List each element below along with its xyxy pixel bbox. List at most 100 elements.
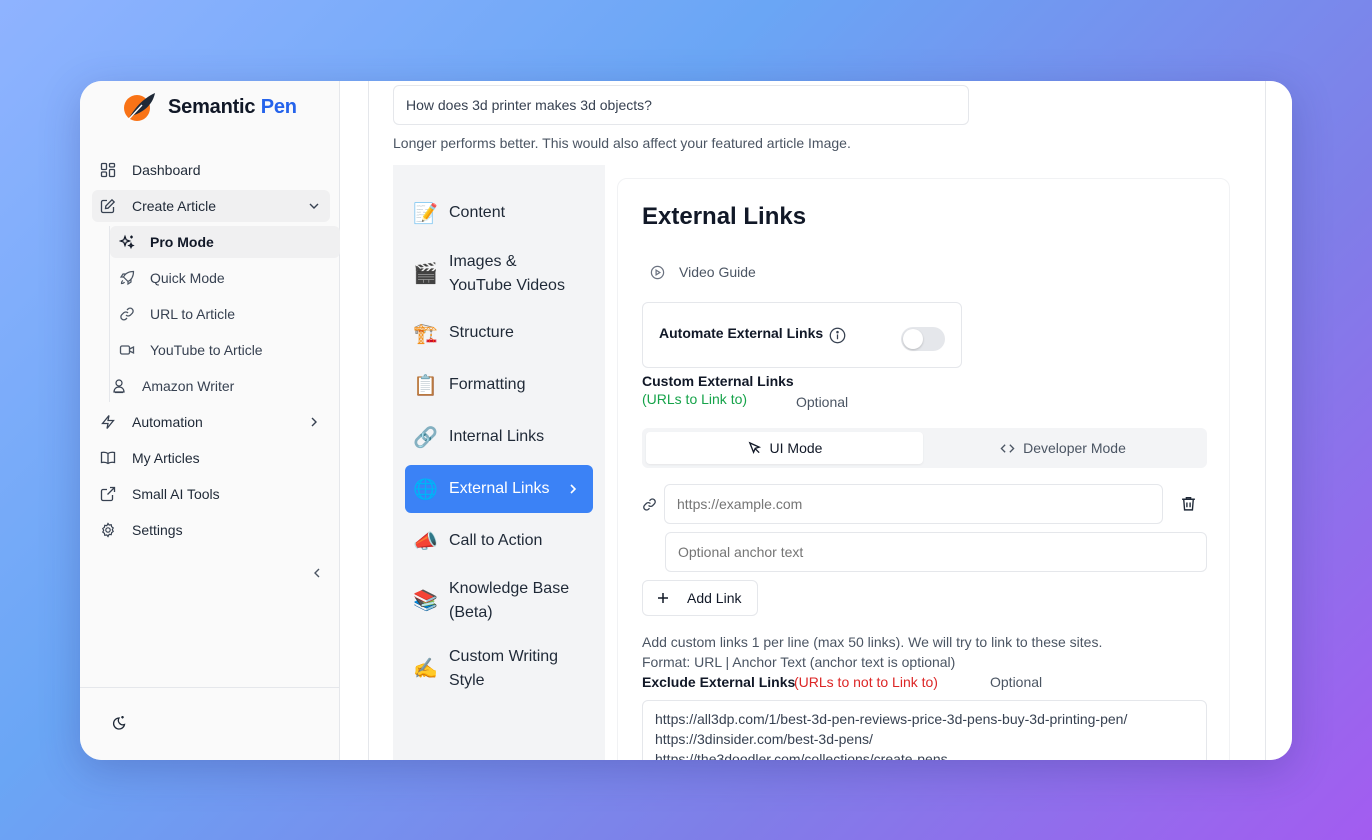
tab-external-links[interactable]: 🌐 External Links (405, 465, 593, 513)
sidebar: Semantic Pen Dashboard Create Article Pr… (80, 81, 340, 760)
link-url-input[interactable] (664, 484, 1163, 524)
sidebar-subitem-label: YouTube to Article (150, 342, 263, 358)
sidebar-subitem-amazon-writer[interactable]: Amazon Writer (101, 370, 331, 402)
tab-custom-writing-style[interactable]: ✍️ Custom Writing Style (405, 637, 593, 701)
collapse-sidebar-icon[interactable] (309, 565, 325, 581)
custom-links-format: Format: URL | Anchor Text (anchor text i… (642, 654, 956, 670)
sidebar-item-small-ai-tools[interactable]: Small AI Tools (92, 478, 330, 510)
tab-formatting[interactable]: 📋 Formatting (405, 361, 593, 409)
tab-label: Internal Links (449, 428, 545, 445)
link-icon (643, 498, 656, 511)
tab-label: Formatting (449, 376, 526, 393)
tab-content[interactable]: 📝 Content (405, 189, 593, 237)
tab-label: Content (449, 204, 506, 221)
sidebar-item-dashboard[interactable]: Dashboard (92, 154, 330, 186)
sparkles-icon (119, 234, 135, 250)
tab-structure[interactable]: 🏗️ Structure (405, 309, 593, 357)
bolt-icon (100, 414, 116, 430)
developer-mode-button[interactable]: Developer Mode (923, 432, 1203, 464)
trash-icon[interactable] (1180, 495, 1197, 512)
sidebar-item-my-articles[interactable]: My Articles (92, 442, 330, 474)
play-circle-icon (650, 265, 665, 279)
exclude-line: https://all3dp.com/1/best-3d-pen-reviews… (655, 711, 1128, 727)
automate-links-toggle[interactable] (901, 327, 945, 351)
tab-label: Custom Writing Style (449, 648, 559, 689)
sidebar-item-automation[interactable]: Automation (92, 406, 330, 438)
gear-icon (100, 522, 116, 538)
info-icon[interactable] (829, 327, 846, 344)
sidebar-nav: Dashboard Create Article Pro Mode Quick … (92, 154, 340, 550)
ui-mode-label: UI Mode (769, 440, 823, 456)
tab-label: External Links (449, 480, 550, 497)
add-link-label: Add Link (687, 590, 742, 606)
dashboard-icon (100, 162, 116, 178)
article-title-input[interactable] (393, 85, 969, 125)
tab-label: Call to Action (449, 532, 543, 549)
video-icon (119, 342, 135, 358)
sidebar-subitem-quick-mode[interactable]: Quick Mode (110, 262, 340, 294)
amazon-icon (111, 378, 127, 394)
exclude-links-title: Exclude External Links (642, 674, 796, 690)
mode-switch: UI Mode Developer Mode (642, 428, 1207, 468)
custom-links-subtitle: (URLs to Link to) (642, 391, 748, 407)
sidebar-subitem-label: Amazon Writer (142, 378, 235, 394)
external-icon (100, 486, 116, 502)
tab-internal-links[interactable]: 🔗 Internal Links (405, 413, 593, 461)
sidebar-item-label: Small AI Tools (132, 486, 220, 502)
exclude-links-subtitle: (URLs to not to Link to) (794, 674, 938, 690)
edit-icon (100, 198, 116, 214)
panel-title: External Links (642, 203, 807, 230)
tab-label: Structure (449, 324, 514, 341)
sidebar-subitem-pro-mode[interactable]: Pro Mode (110, 226, 340, 258)
code-icon (1000, 443, 1015, 453)
moon-sparkle-icon[interactable] (110, 714, 128, 732)
developer-mode-label: Developer Mode (1023, 440, 1126, 456)
exclude-links-textarea[interactable]: https://all3dp.com/1/best-3d-pen-reviews… (642, 700, 1207, 760)
main-content: Longer performs better. This would also … (340, 81, 1292, 760)
sidebar-item-label: Create Article (132, 198, 217, 214)
tab-images-youtube[interactable]: 🎬 Images & YouTube Videos (405, 249, 593, 299)
chain-link-icon: 🔗 (413, 426, 438, 449)
app-window: Semantic Pen Dashboard Create Article Pr… (80, 81, 1292, 760)
toggle-knob (903, 329, 923, 349)
sidebar-subitem-url-to-article[interactable]: URL to Article (110, 298, 340, 330)
cursor-icon (748, 441, 761, 454)
rocket-icon (119, 270, 135, 286)
writing-hand-icon: ✍️ (413, 658, 438, 680)
video-guide-label: Video Guide (679, 264, 756, 280)
automate-links-card: Automate External Links (642, 302, 962, 368)
tab-call-to-action[interactable]: 📣 Call to Action (405, 517, 593, 565)
clipboard-icon: 📋 (413, 374, 438, 397)
brand-logo[interactable]: Semantic Pen (122, 91, 297, 123)
add-link-button[interactable]: Add Link (642, 580, 758, 616)
chevron-right-icon (311, 417, 317, 427)
feather-logo-icon (124, 93, 155, 121)
sidebar-subitem-label: Pro Mode (150, 234, 214, 250)
memo-icon: 📝 (413, 202, 438, 225)
sidebar-item-label: Automation (132, 414, 203, 430)
tab-knowledge-base[interactable]: 📚 Knowledge Base (Beta) (405, 569, 593, 633)
sidebar-subitem-label: URL to Article (150, 306, 236, 322)
chevron-right-icon (570, 484, 577, 494)
brand-name: Semantic Pen (168, 95, 297, 118)
book-icon (100, 450, 116, 466)
anchor-text-input[interactable] (665, 532, 1207, 572)
clapper-icon: 🎬 (413, 263, 438, 285)
plus-icon (658, 593, 668, 603)
ui-mode-button[interactable]: UI Mode (646, 432, 923, 464)
settings-tabs: 📝 Content 🎬 Images & YouTube Videos 🏗️ S… (393, 165, 605, 760)
custom-links-optional: Optional (796, 394, 849, 410)
sidebar-item-create-article[interactable]: Create Article (92, 190, 330, 222)
sidebar-subitem-label: Quick Mode (150, 270, 225, 286)
external-links-panel: External Links Video Guide Automate Exte… (617, 178, 1230, 760)
automate-links-label: Automate External Links (659, 325, 824, 341)
sidebar-divider (80, 687, 340, 688)
sidebar-subitem-youtube-to-article[interactable]: YouTube to Article (110, 334, 340, 366)
video-guide-link[interactable]: Video Guide (650, 264, 756, 280)
sidebar-item-settings[interactable]: Settings (92, 514, 330, 546)
globe-icon: 🌐 (413, 478, 438, 501)
content-border-left (368, 81, 369, 760)
sidebar-item-label: Settings (132, 522, 183, 538)
exclude-line: https://the3doodler.com/collections/crea… (655, 751, 948, 760)
exclude-line: https://3dinsider.com/best-3d-pens/ (655, 731, 873, 747)
